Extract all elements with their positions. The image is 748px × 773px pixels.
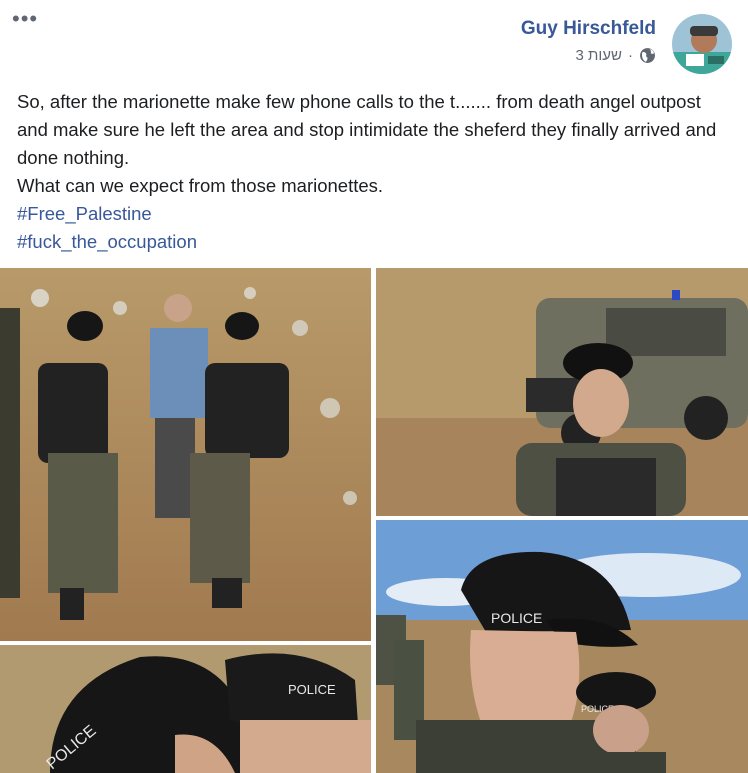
author-avatar[interactable] bbox=[672, 14, 732, 74]
police-cap-text-1: POLICE bbox=[491, 610, 542, 626]
post-header: Guy Hirschfeld 3 שעות · bbox=[521, 18, 656, 64]
post-time[interactable]: 3 שעות bbox=[576, 47, 622, 64]
photo-4[interactable]: POLICE POLICE bbox=[0, 645, 371, 773]
police-cap-text-4: POLICE bbox=[288, 682, 336, 697]
hashtag-occupation[interactable]: #fuck_the_occupation bbox=[17, 228, 732, 256]
photo-3[interactable]: POLICE POLICE bbox=[376, 520, 748, 773]
photo-1[interactable] bbox=[0, 268, 371, 641]
globe-icon[interactable] bbox=[639, 47, 656, 64]
photo-2[interactable] bbox=[376, 268, 748, 516]
more-options-icon[interactable]: ••• bbox=[12, 6, 38, 32]
post-body-1: So, after the marionette make few phone … bbox=[17, 91, 717, 168]
post-meta: 3 שעות · bbox=[521, 47, 656, 64]
author-name[interactable]: Guy Hirschfeld bbox=[521, 18, 656, 40]
hashtag-free-palestine[interactable]: #Free_Palestine bbox=[17, 200, 732, 228]
post-text: So, after the marionette make few phone … bbox=[17, 88, 732, 256]
post-body-2: What can we expect from those marionette… bbox=[17, 175, 384, 196]
meta-separator: · bbox=[628, 47, 633, 64]
